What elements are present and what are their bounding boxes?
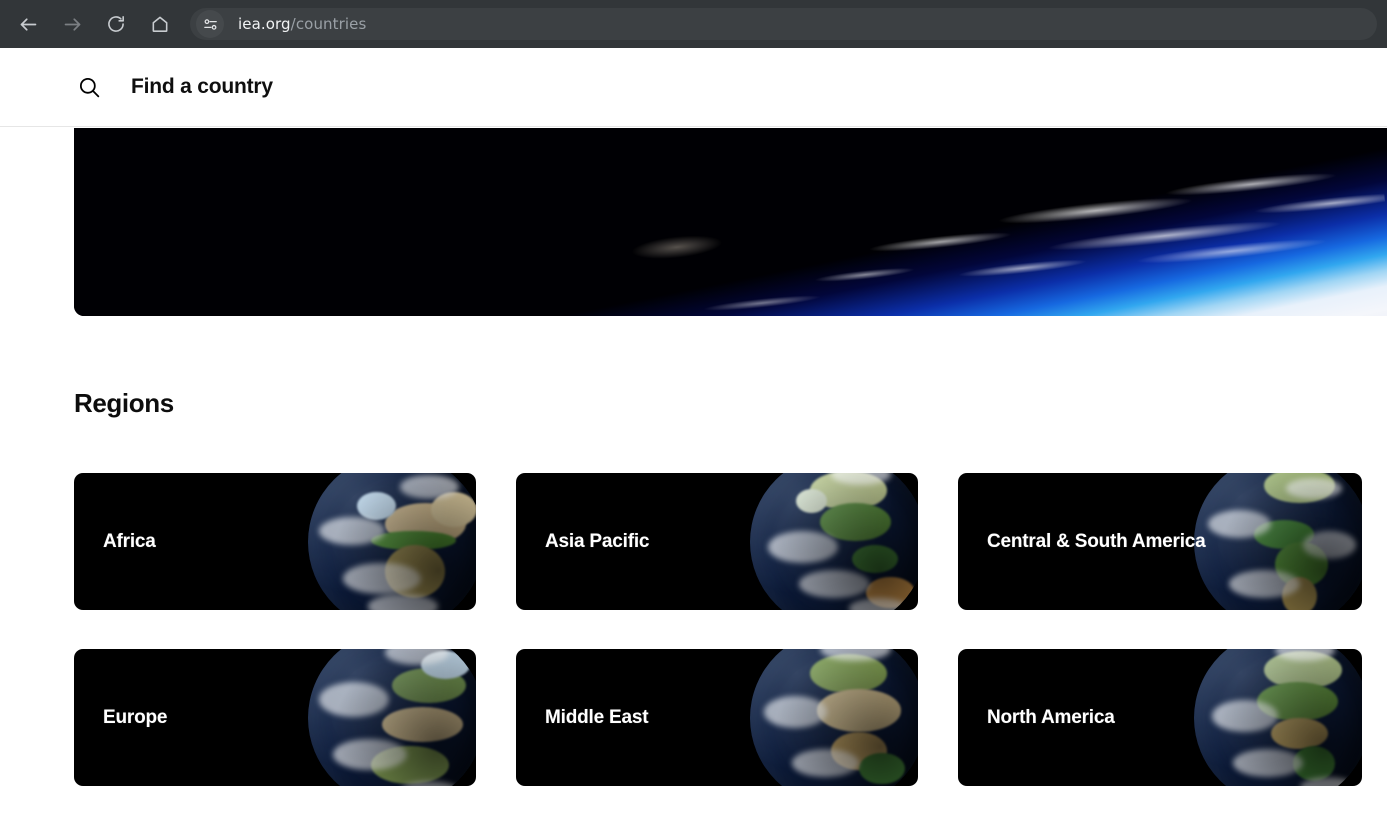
region-card-label: Middle East bbox=[545, 706, 649, 728]
region-card-asia-pacific[interactable]: Asia Pacific bbox=[516, 473, 918, 610]
main-content: Regions Africa Asia Pacific Central & So… bbox=[0, 316, 1387, 786]
region-card-label: Central & South America bbox=[987, 530, 1206, 552]
page-body: Find a country Regions Africa Asia Pacif… bbox=[0, 48, 1387, 840]
browser-toolbar: iea.org/countries bbox=[0, 0, 1387, 48]
url-path: /countries bbox=[290, 15, 367, 33]
reload-button[interactable] bbox=[99, 7, 133, 41]
url-host: iea.org bbox=[238, 15, 291, 33]
site-search-header: Find a country bbox=[0, 48, 1387, 127]
globe-south-america-icon bbox=[1194, 473, 1362, 610]
site-settings-button[interactable] bbox=[196, 10, 224, 38]
hero-banner-image bbox=[74, 128, 1387, 316]
region-card-label: Asia Pacific bbox=[545, 530, 650, 552]
region-card-middle-east[interactable]: Middle East bbox=[516, 649, 918, 786]
region-card-africa[interactable]: Africa bbox=[74, 473, 476, 610]
region-card-label: Africa bbox=[103, 530, 156, 552]
globe-middle-east-icon bbox=[750, 649, 918, 786]
search-icon bbox=[79, 77, 99, 97]
arrow-left-icon bbox=[20, 17, 36, 31]
region-card-north-america[interactable]: North America bbox=[958, 649, 1362, 786]
page-title: Regions bbox=[74, 388, 174, 418]
globe-north-america-icon bbox=[1194, 649, 1362, 786]
arrow-right-icon bbox=[64, 17, 80, 31]
url-display[interactable]: iea.org/countries bbox=[238, 15, 366, 33]
globe-europe-icon bbox=[308, 649, 476, 786]
tune-sliders-icon bbox=[203, 18, 217, 30]
region-card-label: Europe bbox=[103, 706, 168, 728]
reload-icon bbox=[108, 16, 124, 32]
back-button[interactable] bbox=[11, 7, 45, 41]
home-button[interactable] bbox=[143, 7, 177, 41]
globe-asia-icon bbox=[750, 473, 918, 610]
search-icon-button[interactable] bbox=[74, 72, 104, 102]
globe-africa-icon bbox=[308, 473, 476, 610]
address-bar[interactable]: iea.org/countries bbox=[190, 8, 1377, 40]
regions-grid: Africa Asia Pacific Central & South Amer… bbox=[74, 473, 1362, 786]
region-card-central-south-america[interactable]: Central & South America bbox=[958, 473, 1362, 610]
region-card-label: North America bbox=[987, 706, 1115, 728]
region-card-europe[interactable]: Europe bbox=[74, 649, 476, 786]
search-input[interactable]: Find a country bbox=[131, 75, 273, 99]
home-icon bbox=[152, 16, 168, 32]
forward-button[interactable] bbox=[55, 7, 89, 41]
